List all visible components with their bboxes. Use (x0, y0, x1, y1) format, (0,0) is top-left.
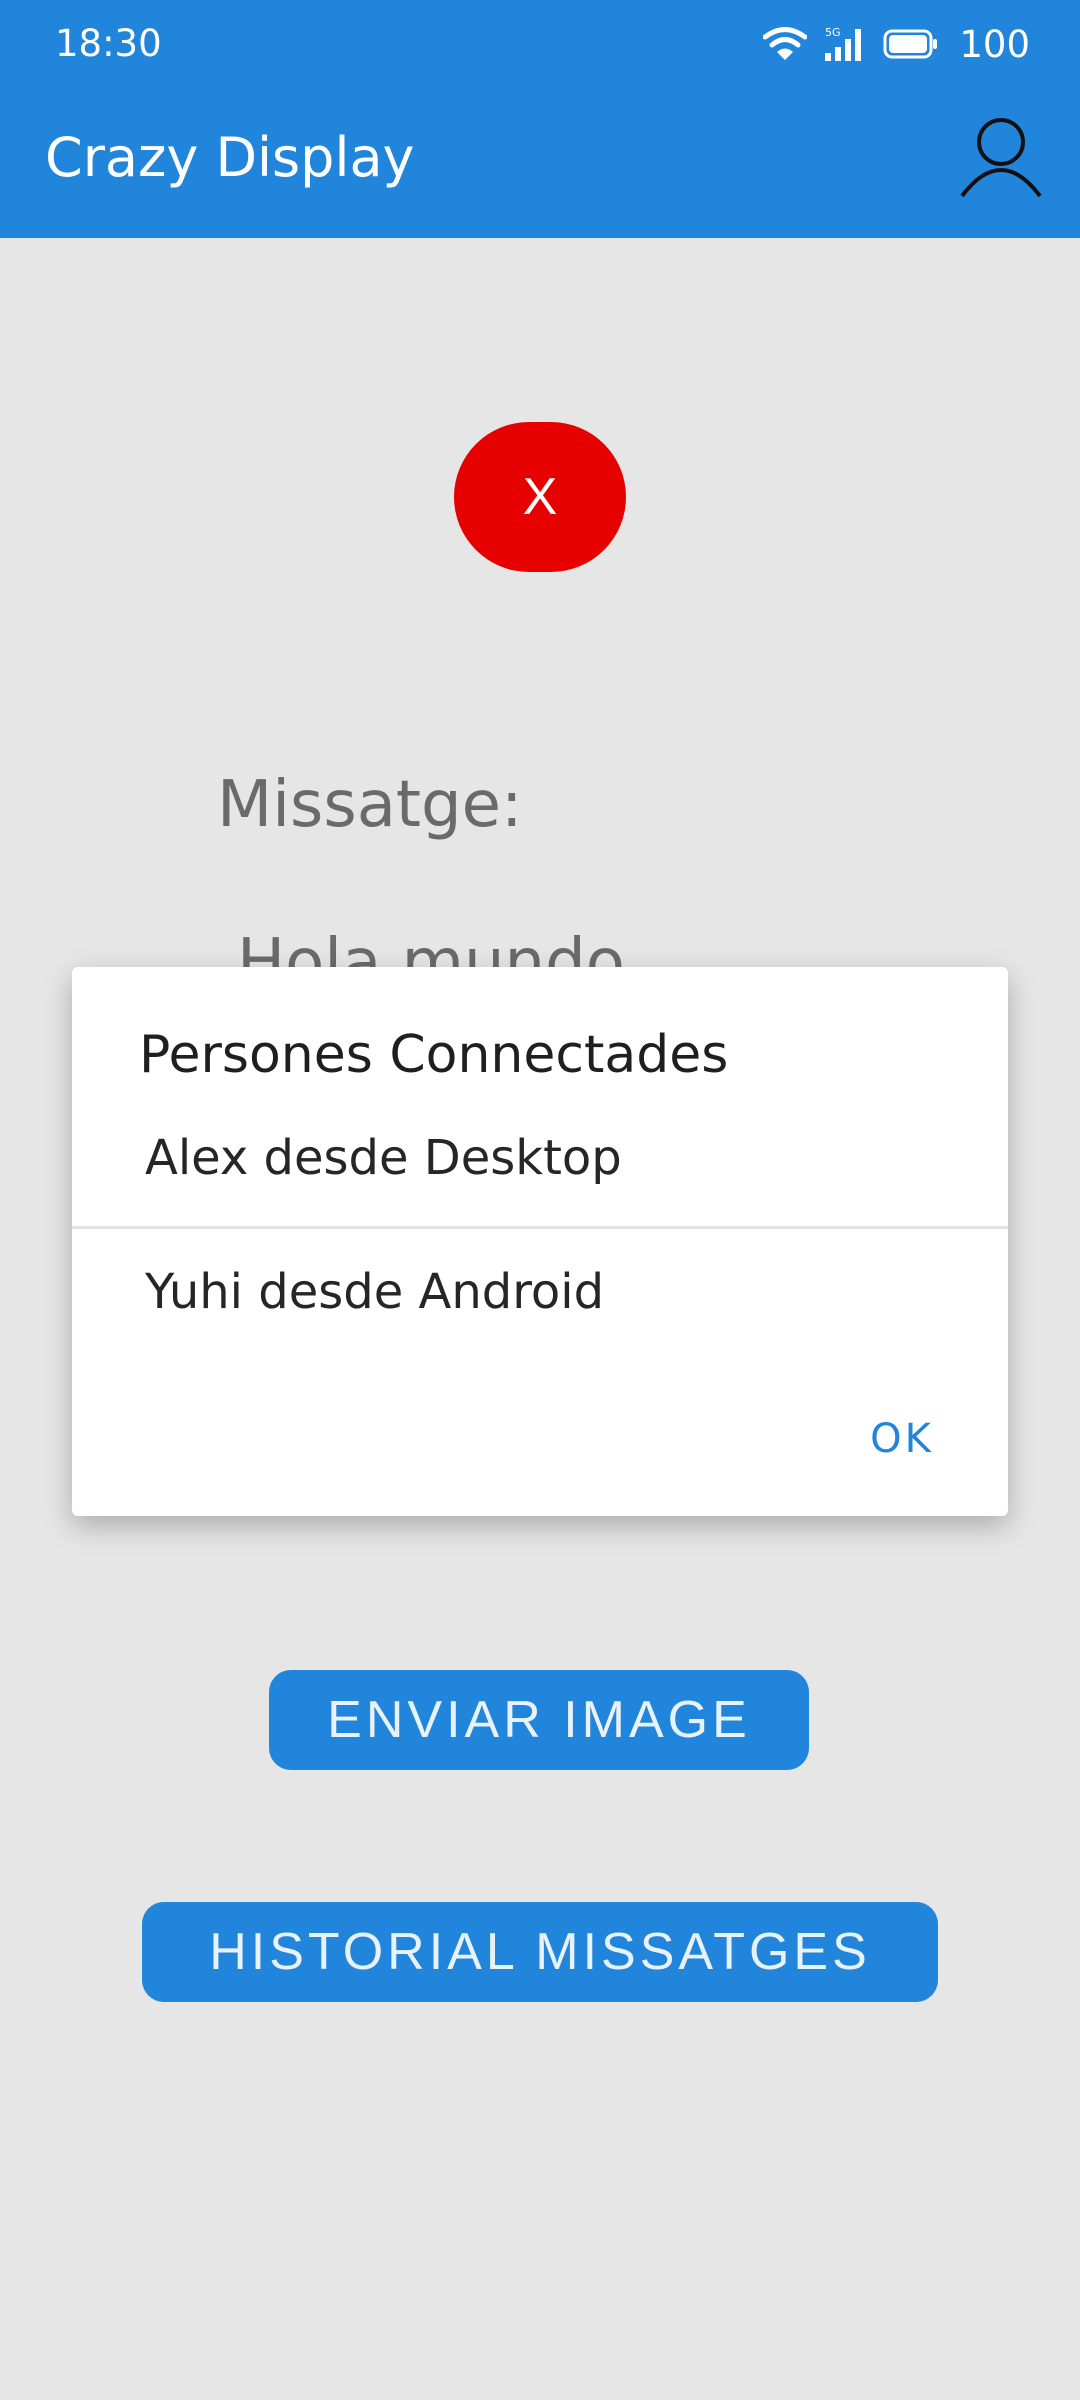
close-button[interactable]: X (454, 422, 626, 572)
dialog-list-item[interactable]: Alex desde Desktop (145, 1130, 622, 1186)
dialog-list-item[interactable]: Yuhi desde Android (145, 1264, 604, 1320)
dialog-ok-button[interactable]: OK (842, 1403, 962, 1475)
connected-people-dialog: Persones Connectades Alex desde Desktop … (72, 967, 1008, 1516)
status-time: 18:30 (55, 22, 162, 65)
battery-icon (883, 29, 938, 59)
person-outline-icon (960, 118, 1042, 198)
dialog-divider (72, 1226, 1008, 1229)
profile-button[interactable] (958, 112, 1044, 198)
signal-5g-icon: 5G (825, 26, 862, 61)
message-history-button[interactable]: HISTORIAL MISSATGES (142, 1902, 938, 2002)
app-title: Crazy Display (45, 126, 415, 189)
dialog-title: Persones Connectades (139, 1025, 729, 1085)
svg-text:5G: 5G (825, 26, 841, 39)
status-icons: 5G 100 (763, 18, 1030, 70)
message-label: Missatge: (217, 768, 523, 842)
status-bar: 18:30 5G 100 (0, 0, 1080, 90)
app-bar: Crazy Display (0, 90, 1080, 238)
wifi-icon (763, 27, 808, 60)
battery-level: 100 (959, 22, 1030, 66)
send-image-button[interactable]: ENVIAR IMAGE (269, 1670, 809, 1770)
